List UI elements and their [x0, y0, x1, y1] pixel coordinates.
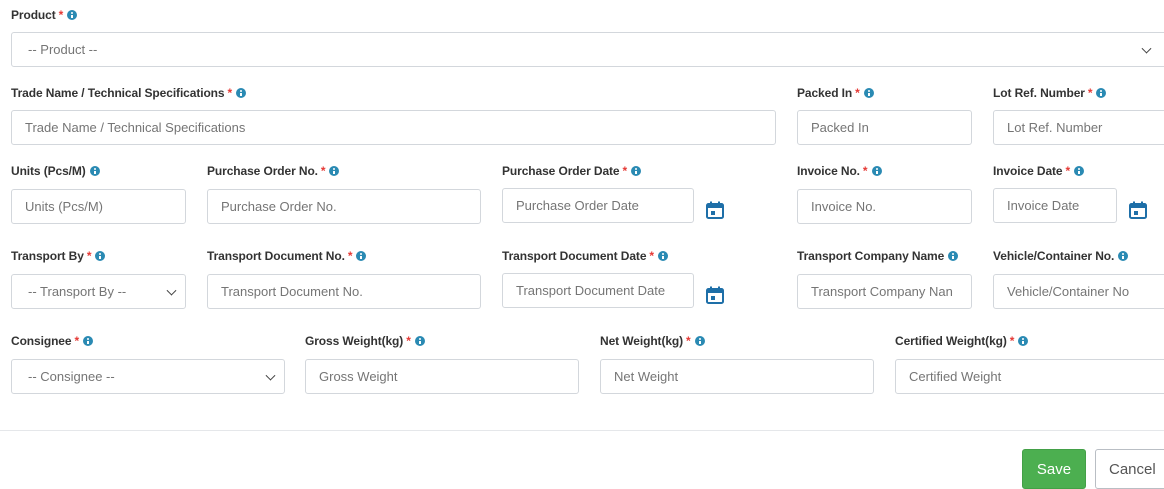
chevron-down-icon: [166, 285, 177, 296]
info-icon[interactable]: [89, 166, 100, 176]
calendar-icon[interactable]: [1128, 200, 1148, 220]
transport-doc-date-label: Transport Document Date *: [502, 248, 668, 264]
chevron-down-icon: [265, 370, 276, 381]
units-label: Units (Pcs/M): [11, 163, 100, 179]
calendar-icon[interactable]: [705, 285, 725, 305]
info-icon[interactable]: [95, 251, 106, 261]
transport-company-input[interactable]: Transport Company Nan: [797, 274, 972, 309]
cancel-button[interactable]: Cancel: [1095, 449, 1164, 489]
calendar-icon[interactable]: [705, 200, 725, 220]
info-icon[interactable]: [694, 336, 705, 346]
certified-weight-label: Certified Weight(kg) *: [895, 333, 1029, 349]
info-icon[interactable]: [329, 166, 340, 176]
form-footer-divider: [0, 430, 1164, 431]
transport-doc-no-input[interactable]: Transport Document No.: [207, 274, 481, 309]
invoice-no-input[interactable]: Invoice No.: [797, 189, 972, 224]
trade-name-label: Trade Name / Technical Specifications *: [11, 85, 247, 101]
invoice-date-input[interactable]: Invoice Date: [993, 188, 1117, 223]
info-icon[interactable]: [1118, 251, 1129, 261]
consignee-select[interactable]: -- Consignee --: [11, 359, 285, 394]
transport-by-select[interactable]: -- Transport By --: [11, 274, 186, 309]
transport-doc-no-label: Transport Document No. *: [207, 248, 367, 264]
info-icon[interactable]: [863, 88, 874, 98]
trade-name-input[interactable]: Trade Name / Technical Specifications: [11, 110, 776, 145]
info-icon[interactable]: [1096, 88, 1107, 98]
info-icon[interactable]: [1018, 336, 1029, 346]
product-select[interactable]: -- Product --: [11, 32, 1164, 67]
po-date-label: Purchase Order Date *: [502, 163, 642, 179]
units-input[interactable]: Units (Pcs/M): [11, 189, 186, 224]
certified-weight-input[interactable]: Certified Weight: [895, 359, 1164, 394]
info-icon[interactable]: [1074, 166, 1085, 176]
info-icon[interactable]: [631, 166, 642, 176]
po-no-label: Purchase Order No. *: [207, 163, 340, 179]
info-icon[interactable]: [414, 336, 425, 346]
info-icon[interactable]: [236, 88, 247, 98]
invoice-no-label: Invoice No. *: [797, 163, 882, 179]
consignee-label: Consignee *: [11, 333, 94, 349]
packed-in-input[interactable]: Packed In: [797, 110, 972, 145]
info-icon[interactable]: [657, 251, 668, 261]
vehicle-no-label: Vehicle/Container No.: [993, 248, 1129, 264]
transport-doc-date-input[interactable]: Transport Document Date: [502, 273, 694, 308]
transport-by-label: Transport By *: [11, 248, 106, 264]
info-icon[interactable]: [871, 166, 882, 176]
net-weight-label: Net Weight(kg) *: [600, 333, 705, 349]
po-no-input[interactable]: Purchase Order No.: [207, 189, 481, 224]
info-icon[interactable]: [356, 251, 367, 261]
vehicle-no-input[interactable]: Vehicle/Container No: [993, 274, 1164, 309]
net-weight-input[interactable]: Net Weight: [600, 359, 874, 394]
gross-weight-input[interactable]: Gross Weight: [305, 359, 579, 394]
lot-ref-label: Lot Ref. Number *: [993, 85, 1107, 101]
po-date-input[interactable]: Purchase Order Date: [502, 188, 694, 223]
gross-weight-label: Gross Weight(kg) *: [305, 333, 425, 349]
save-button[interactable]: Save: [1022, 449, 1086, 489]
product-label: Product *: [11, 7, 78, 23]
lot-ref-input[interactable]: Lot Ref. Number: [993, 110, 1164, 145]
transport-company-label: Transport Company Name: [797, 248, 959, 264]
invoice-date-label: Invoice Date *: [993, 163, 1085, 179]
info-icon[interactable]: [83, 336, 94, 346]
chevron-down-icon: [1141, 43, 1152, 54]
packed-in-label: Packed In *: [797, 85, 874, 101]
info-icon[interactable]: [948, 251, 959, 261]
info-icon[interactable]: [67, 10, 78, 20]
